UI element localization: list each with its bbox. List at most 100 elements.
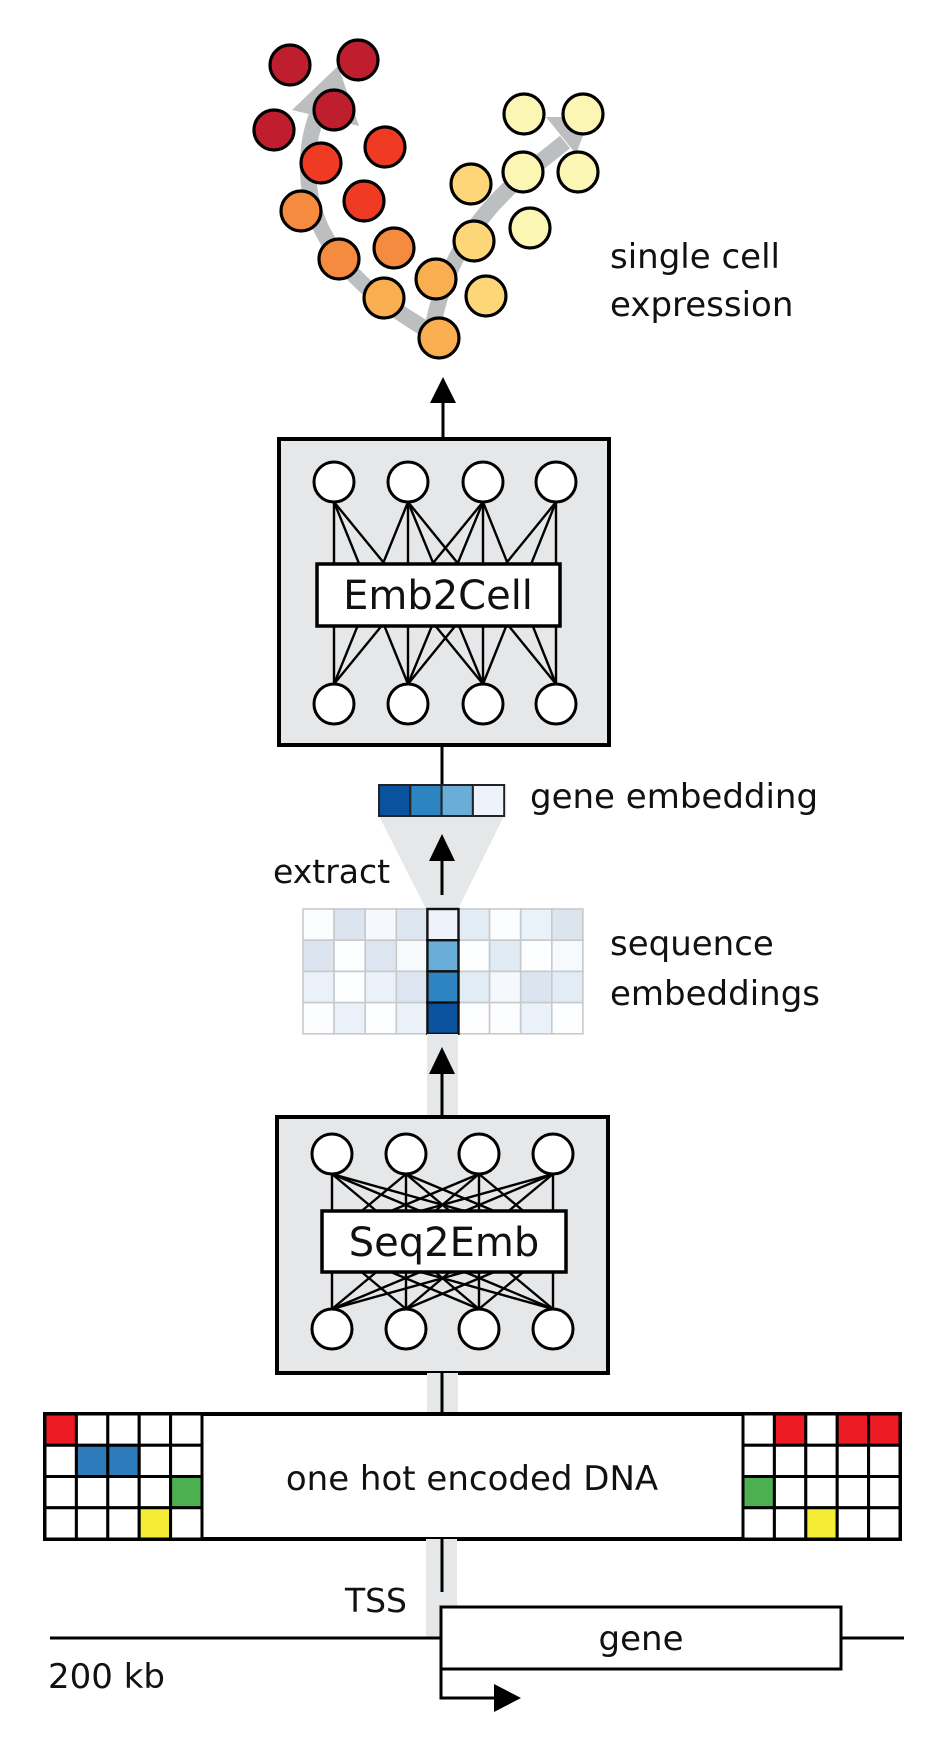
gene-embedding-vector — [378, 784, 506, 817]
cell-orange — [317, 237, 361, 281]
dna-base-empty — [137, 1412, 173, 1447]
transcription-arrow — [439, 1669, 497, 1700]
dna-base-empty — [835, 1506, 871, 1541]
sequence-embeddings-label-line2: embeddings — [610, 974, 820, 1014]
dna-base-empty — [106, 1506, 141, 1541]
cell-red — [363, 125, 407, 169]
dna-base-empty — [741, 1443, 776, 1478]
single-cell-expression — [252, 38, 605, 360]
seq2emb-output-node — [531, 1307, 575, 1351]
emb2cell-output-node — [312, 682, 356, 726]
cell-dark-red — [312, 88, 356, 132]
scale-label: 200 kb — [48, 1657, 165, 1697]
dna-base-red — [867, 1412, 902, 1447]
emb2cell-output-node — [386, 682, 430, 726]
cell-pale-yellow — [501, 150, 545, 194]
dna-base-green — [741, 1475, 776, 1510]
sequence-embedding-cell — [550, 1001, 584, 1035]
sequence-embedding-cell — [302, 970, 335, 1004]
gene-embedding-cell — [440, 784, 474, 817]
emb2cell-input-node — [534, 460, 578, 504]
dna-base-empty — [772, 1506, 808, 1541]
sequence-embedding-cell — [550, 970, 584, 1004]
cell-light-orange — [417, 316, 461, 360]
dna-base-empty — [106, 1475, 141, 1510]
extract-label: extract — [273, 852, 390, 891]
cell-dark-red — [252, 108, 296, 152]
sequence-embedding-cell — [364, 1001, 398, 1035]
cell-yellow-orange — [464, 274, 508, 318]
dna-base-empty — [741, 1412, 776, 1447]
cell-dark-red — [336, 38, 380, 82]
cell-light-orange — [414, 257, 458, 301]
sequence-embeddings-grid — [302, 907, 584, 1035]
emb2cell-input-node — [386, 460, 430, 504]
gene-embedding-cell — [471, 784, 506, 817]
sequence-embedding-cell — [395, 939, 429, 973]
sequence-embedding-cell — [550, 939, 584, 973]
sequence-embedding-cell — [519, 1001, 553, 1035]
dna-base-empty — [137, 1443, 173, 1478]
sequence-embedding-cell — [550, 908, 584, 942]
dna-base-green — [169, 1475, 204, 1510]
sequence-embedding-cell — [395, 970, 429, 1004]
cell-dark-red — [268, 43, 312, 87]
sequence-embedding-cell — [457, 939, 491, 973]
dna-base-empty — [169, 1443, 204, 1478]
dna-base-empty — [835, 1443, 871, 1478]
sequence-embedding-cell — [457, 970, 491, 1004]
sequence-embedding-cell — [364, 970, 398, 1004]
dna-base-empty — [867, 1443, 902, 1478]
dna-base-empty — [43, 1475, 78, 1510]
dna-base-empty — [772, 1475, 808, 1510]
dna-base-empty — [74, 1506, 110, 1541]
seq2emb-network: Seq2Emb — [275, 1115, 610, 1375]
sequence-embedding-cell — [333, 908, 367, 942]
sequence-embedding-cell — [488, 970, 522, 1004]
seq2emb-output-node — [457, 1307, 501, 1351]
model-diagram: single cell expression Emb2Cell extract … — [43, 38, 904, 1712]
dna-base-empty — [804, 1412, 839, 1447]
emb2cell-network: Emb2Cell — [277, 437, 611, 747]
seq2emb-input-node — [531, 1132, 575, 1176]
dna-label: one hot encoded DNA — [286, 1459, 658, 1499]
sequence-embedding-selected-cell — [426, 1001, 460, 1035]
cell-orange — [279, 189, 323, 233]
dna-left-grid — [43, 1412, 204, 1541]
cell-pale-yellow — [561, 92, 605, 136]
dna-base-red — [772, 1412, 808, 1447]
transcription-arrow-head — [494, 1684, 521, 1712]
dna-base-blue — [74, 1443, 110, 1478]
sequence-embedding-cell — [395, 1001, 429, 1035]
sequence-embedding-cell — [302, 908, 335, 942]
output-arrow-head — [430, 377, 456, 403]
cell-light-orange — [362, 276, 406, 320]
dna-base-empty — [169, 1506, 204, 1541]
seq2emb-output-node — [384, 1307, 428, 1351]
dna-base-empty — [74, 1475, 110, 1510]
sequence-embedding-selected-cell — [426, 970, 460, 1004]
seq2emb-output-node — [310, 1307, 354, 1351]
dna-base-empty — [867, 1506, 902, 1541]
gene-embedding-cell — [378, 784, 412, 817]
sequence-embedding-cell — [302, 1001, 335, 1035]
sequence-embedding-cell — [519, 970, 553, 1004]
emb2cell-input-node — [312, 460, 356, 504]
dna-base-yellow — [804, 1506, 839, 1541]
one-hot-dna: one hot encoded DNA — [43, 1412, 902, 1541]
dna-base-empty — [867, 1475, 902, 1510]
single-cell-expression-label-line1: single cell — [610, 237, 780, 277]
cell-pale-yellow — [556, 150, 600, 194]
cell-yellow-orange — [452, 219, 496, 263]
emb2cell-input-node — [461, 460, 505, 504]
sequence-embedding-cell — [364, 939, 398, 973]
dna-base-empty — [169, 1412, 204, 1447]
seq2emb-label: Seq2Emb — [349, 1220, 539, 1266]
sequence-embedding-selected-cell — [426, 907, 460, 942]
sequence-embedding-cell — [457, 1001, 491, 1035]
dna-base-empty — [74, 1412, 110, 1447]
emb2cell-output-node — [534, 682, 578, 726]
emb2cell-output-node — [461, 682, 505, 726]
sequence-embedding-cell — [457, 908, 491, 942]
cell-red — [342, 179, 386, 223]
